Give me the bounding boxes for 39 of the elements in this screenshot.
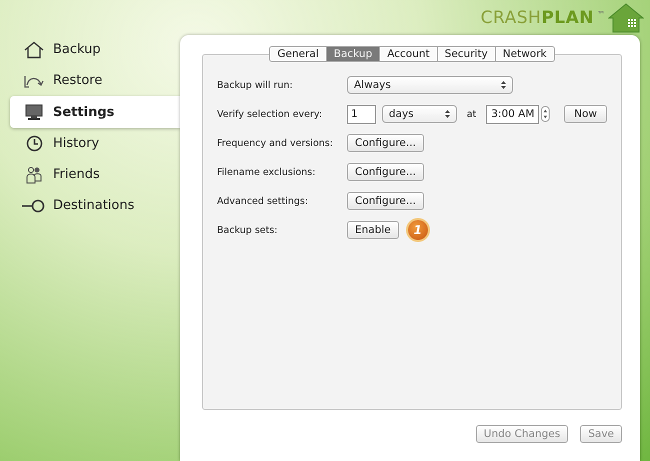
now-button[interactable]: Now <box>564 105 607 123</box>
sidebar-item[interactable]: Destinations <box>0 193 180 218</box>
house-logo-icon <box>608 2 644 32</box>
setting-label: Frequency and versions: <box>217 138 334 148</box>
setting-label: Advanced settings: <box>217 196 310 206</box>
monitor-icon <box>25 104 43 120</box>
setting-label: Verify selection every: <box>217 108 324 120</box>
updown-arrow-icon <box>501 81 506 89</box>
notification-badge: 1 <box>408 220 428 240</box>
people-icon <box>25 166 43 184</box>
configure-button[interactable]: Enable <box>347 221 399 239</box>
sidebar-item[interactable]: Backup <box>0 37 180 62</box>
at-label: at <box>466 108 476 120</box>
tab[interactable]: Backup <box>326 46 380 62</box>
setting-label: Backup sets: <box>217 224 279 236</box>
sidebar-item[interactable]: Restore <box>0 68 180 93</box>
setting-label: Backup will run: <box>217 80 294 90</box>
configure-button[interactable]: Configure... <box>347 163 424 181</box>
tab[interactable]: General <box>269 46 327 62</box>
sidebar-item[interactable]: History <box>0 131 180 156</box>
house-icon <box>23 40 45 58</box>
sidebar-item[interactable]: Settings <box>10 96 180 128</box>
trademark: ™ <box>597 10 605 19</box>
time-field[interactable]: 3:00 AM <box>486 104 540 124</box>
dropdown[interactable]: Always <box>347 76 513 94</box>
dropdown[interactable]: days <box>382 105 457 123</box>
tab[interactable]: Network <box>496 46 555 62</box>
stepper-icon[interactable] <box>541 105 550 123</box>
tab[interactable]: Security <box>438 46 496 62</box>
configure-button[interactable]: Configure... <box>347 134 424 152</box>
clock-icon <box>26 135 42 152</box>
destination-icon <box>22 198 46 212</box>
updown-arrow-icon <box>444 110 450 118</box>
input-field[interactable]: 1 <box>347 104 376 124</box>
setting-label: Filename exclusions: <box>217 166 316 178</box>
logo-text: CRASHPLAN <box>480 8 594 28</box>
tab[interactable]: Account <box>380 46 438 62</box>
sidebar-item[interactable]: Friends <box>0 162 180 187</box>
configure-button[interactable]: Configure... <box>347 192 424 210</box>
